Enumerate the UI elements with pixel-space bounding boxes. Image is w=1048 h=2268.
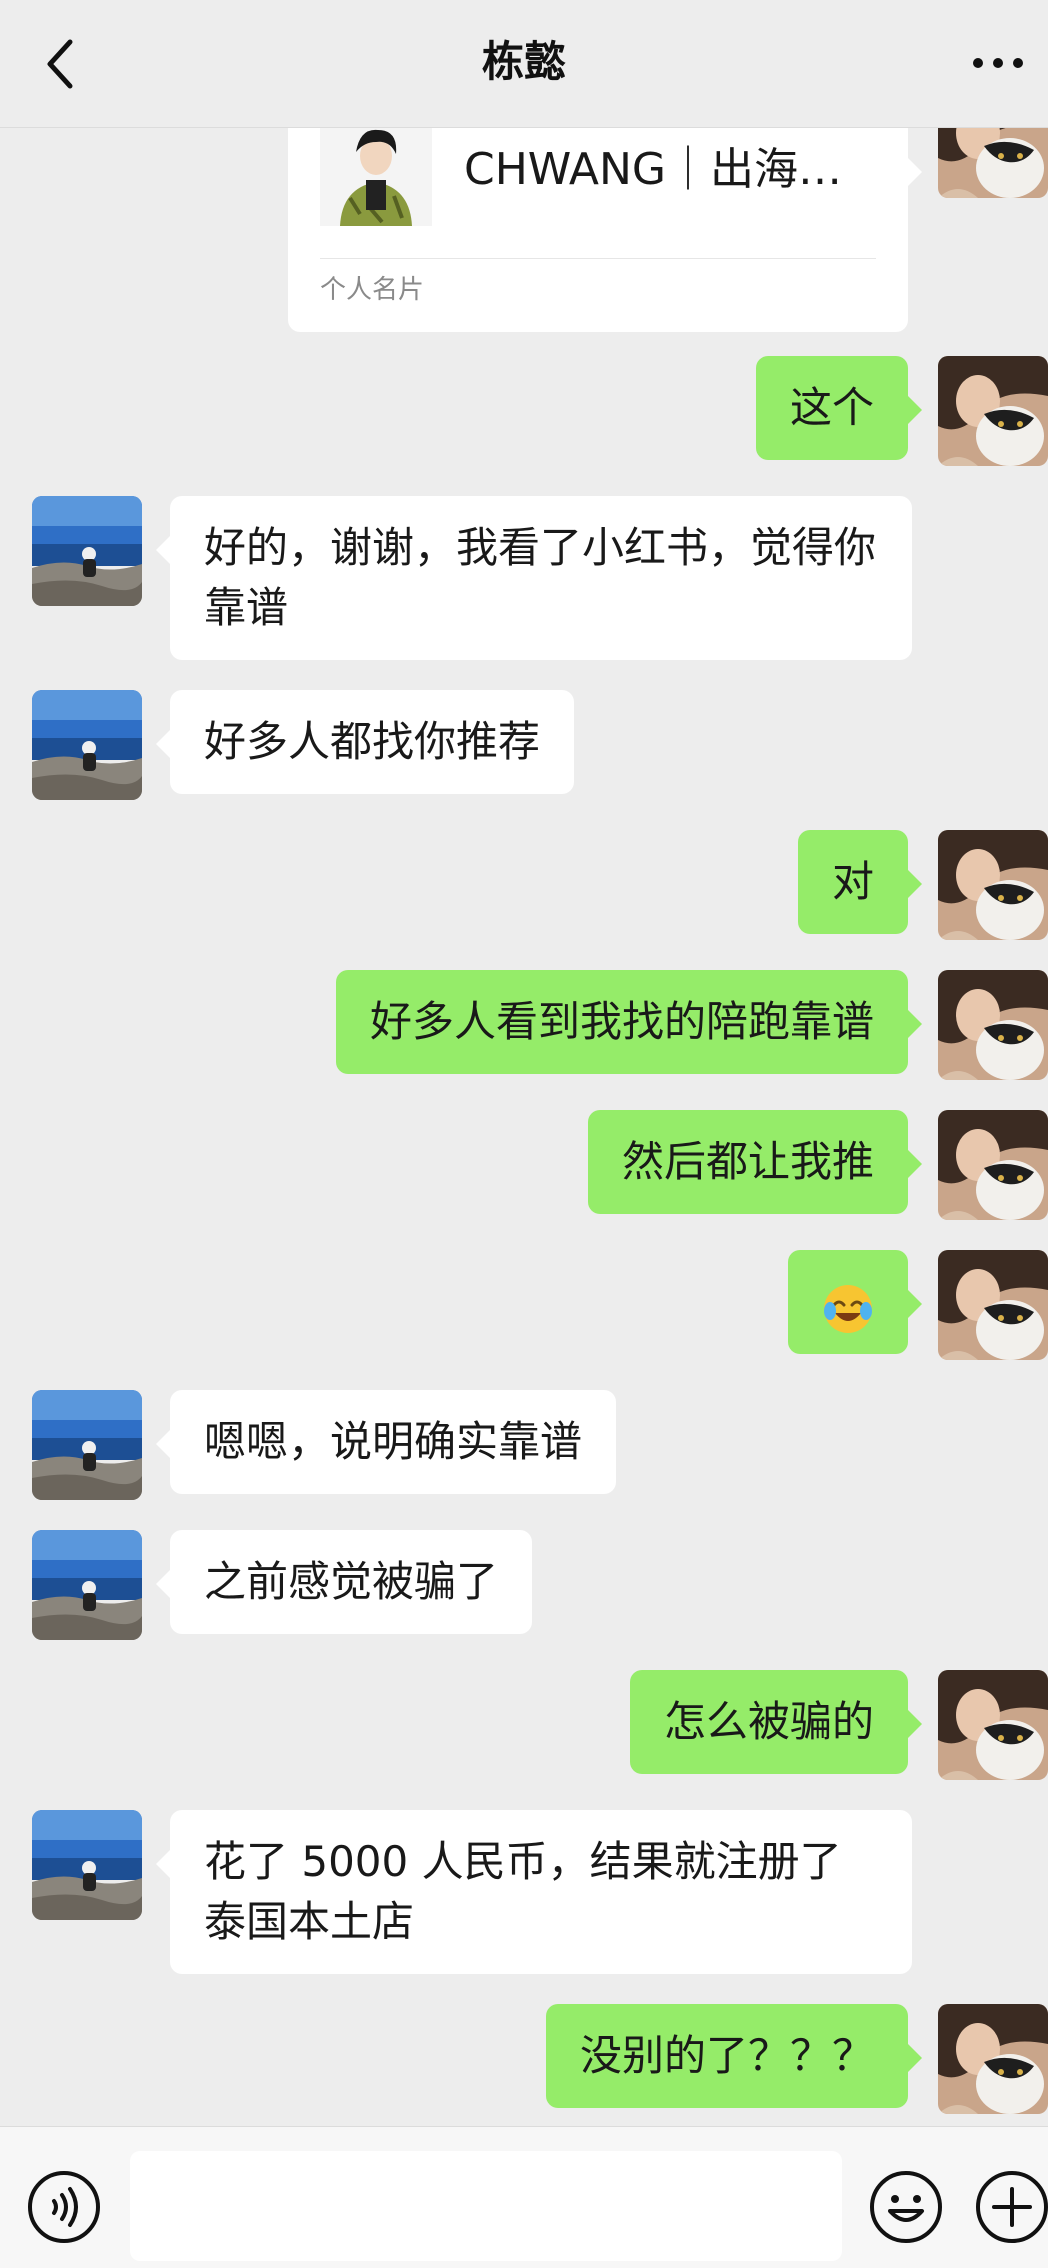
contact-avatar[interactable] — [32, 496, 142, 606]
my-avatar[interactable] — [938, 830, 1048, 940]
contact-card-message[interactable]: CHWANG｜出海… 个人名片 — [288, 128, 922, 332]
outgoing-message[interactable]: 这个 — [755, 356, 923, 460]
chat-header: 栋懿 — [0, 0, 1048, 128]
my-avatar[interactable] — [938, 356, 1048, 466]
plus-icon — [976, 2171, 1048, 2243]
contact-avatar[interactable] — [32, 690, 142, 800]
outgoing-emoji-message[interactable] — [788, 1250, 922, 1354]
outgoing-message[interactable]: 然后都让我推 — [587, 1110, 923, 1214]
incoming-message[interactable]: 之前感觉被骗了 — [155, 1530, 533, 1634]
chat-title: 栋懿 — [481, 37, 566, 86]
emoji-button[interactable] — [868, 2169, 944, 2245]
outgoing-message[interactable]: 好多人看到我找的陪跑靠谱 — [335, 970, 923, 1074]
my-avatar[interactable] — [938, 970, 1048, 1080]
my-avatar[interactable] — [938, 2004, 1048, 2114]
voice-input-button[interactable] — [26, 2169, 102, 2245]
message-input[interactable] — [130, 2151, 842, 2261]
contact-card-avatar — [320, 128, 432, 226]
outgoing-message[interactable]: 没别的了？？？ — [545, 2004, 923, 2108]
contact-avatar[interactable] — [32, 1390, 142, 1500]
incoming-message[interactable]: 花了 5000 人民币，结果就注册了泰国本土店 — [156, 1810, 912, 1974]
more-options-button[interactable] — [970, 48, 1026, 78]
outgoing-message[interactable]: 怎么被骗的 — [629, 1670, 923, 1774]
smiley-icon — [870, 2171, 942, 2243]
incoming-message[interactable]: 好的，谢谢，我看了小红书，觉得你靠谱 — [156, 496, 912, 660]
my-avatar[interactable] — [938, 1670, 1048, 1780]
contact-avatar[interactable] — [32, 1530, 142, 1640]
contact-card-label: 个人名片 — [320, 275, 425, 305]
more-functions-button[interactable] — [974, 2169, 1048, 2245]
my-avatar[interactable] — [938, 1110, 1048, 1220]
incoming-message[interactable]: 嗯嗯，说明确实靠谱 — [155, 1390, 617, 1494]
incoming-message[interactable]: 好多人都找你推荐 — [155, 690, 575, 794]
my-avatar[interactable] — [938, 1250, 1048, 1360]
my-avatar[interactable] — [938, 128, 1048, 198]
voice-icon — [28, 2171, 100, 2243]
contact-card-name: CHWANG｜出海… — [464, 144, 843, 195]
contact-avatar[interactable] — [32, 1810, 142, 1920]
more-dots-icon — [973, 58, 1023, 68]
outgoing-message[interactable]: 对 — [797, 830, 923, 934]
laughing-crying-emoji-icon — [824, 1284, 872, 1333]
input-bar — [0, 2126, 1048, 2268]
chat-message-list[interactable]: CHWANG｜出海… 个人名片 这个 好的，谢谢，我看了小红书，觉得你靠谱 好多… — [0, 128, 1048, 2126]
contact-card-divider — [320, 258, 876, 259]
